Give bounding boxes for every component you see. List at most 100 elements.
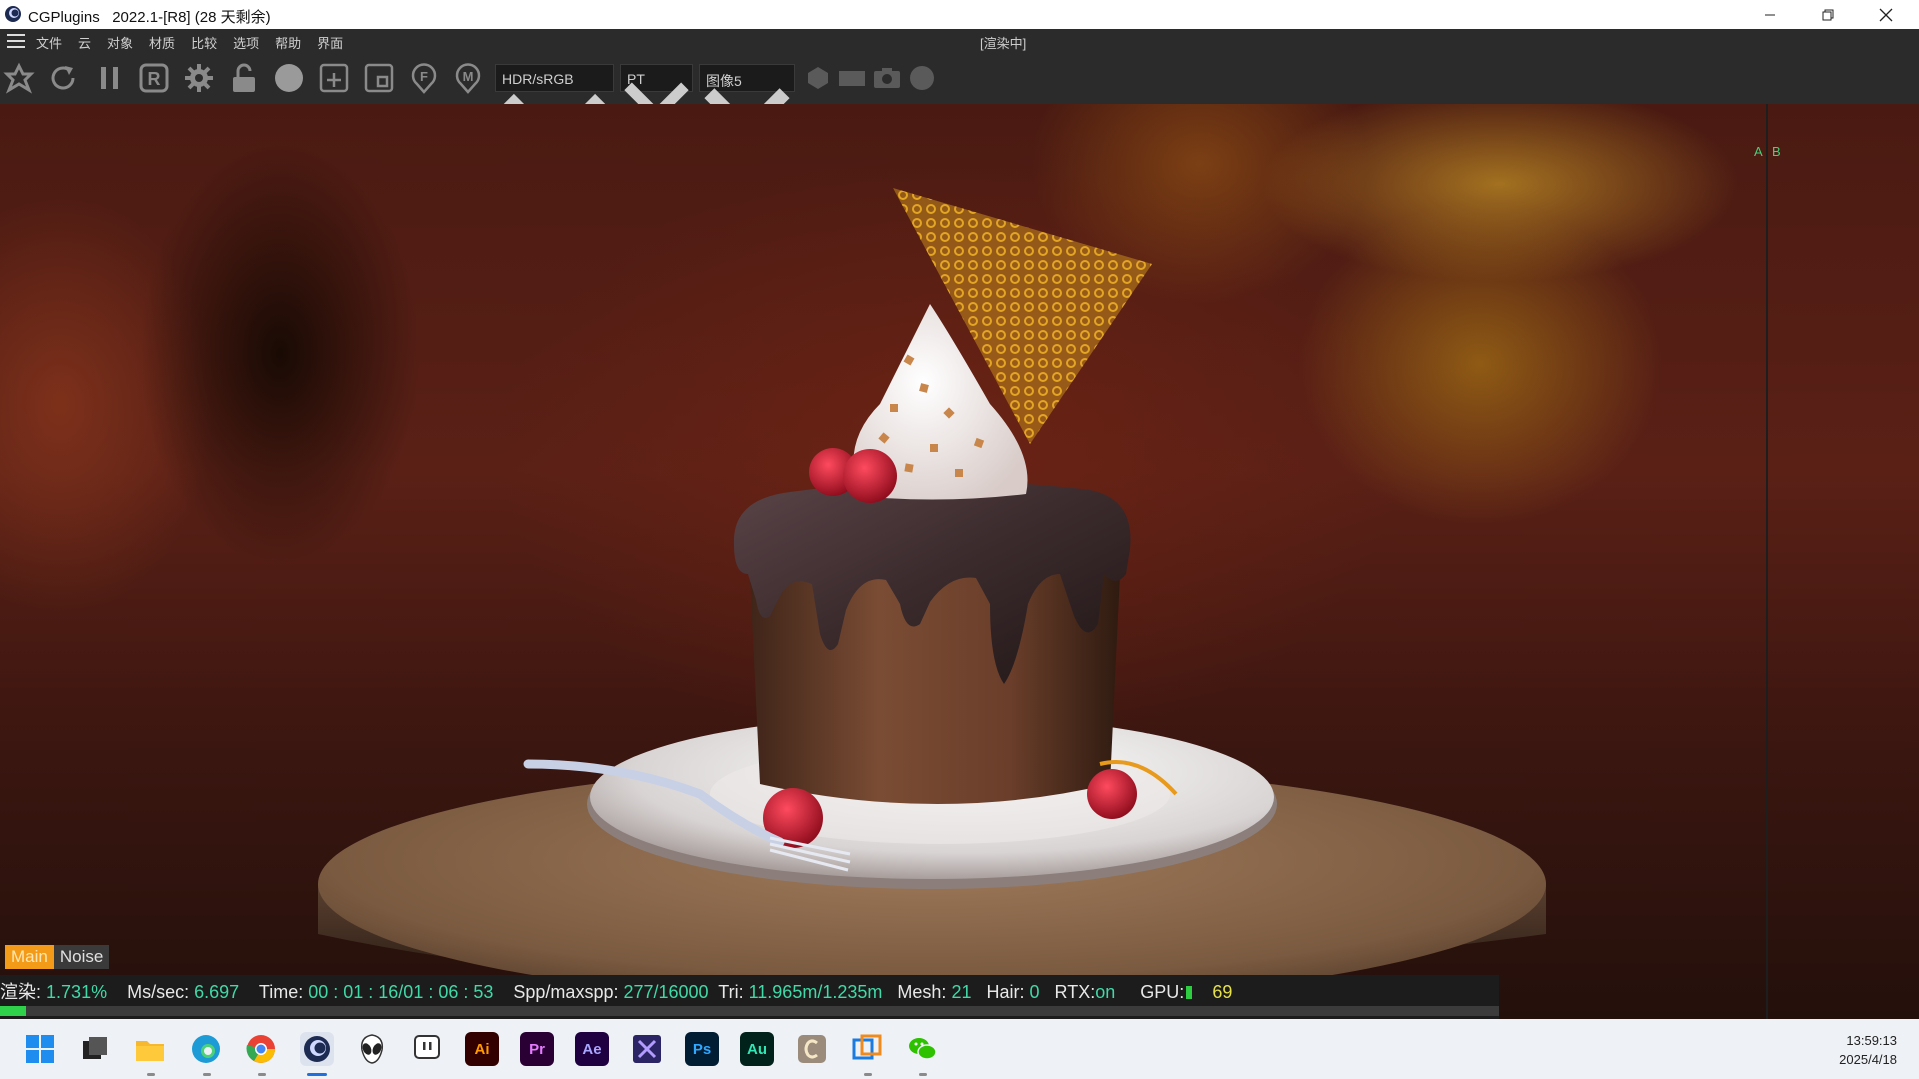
image-slot-value: 图像5: [706, 73, 742, 89]
region-r-icon[interactable]: R: [138, 62, 170, 94]
camera-icon[interactable]: [871, 62, 903, 94]
gpu-value: 69: [1212, 982, 1233, 1002]
twitch-app-icon[interactable]: [410, 1032, 444, 1066]
render-stats: 渲染: 1.731% Ms/sec: 6.697 Time: 00 : 01 :…: [0, 978, 1232, 1004]
cinema4d-taskbar-icon[interactable]: [300, 1032, 334, 1066]
svg-text:M: M: [463, 69, 474, 84]
task-view-icon[interactable]: [78, 1032, 112, 1066]
ms-value: 6.697: [194, 982, 240, 1002]
close-button[interactable]: [1857, 0, 1915, 29]
render-status-label: [渲染中]: [980, 36, 1027, 51]
window-title: CGPlugins 2022.1-[R8] (28 天剩余): [28, 9, 271, 26]
tab-main[interactable]: Main: [5, 945, 54, 969]
render-pass-tabs: Main Noise: [5, 945, 110, 969]
menu-interface[interactable]: 界面: [317, 33, 343, 52]
render-progress-fill: [0, 1006, 26, 1016]
pause-icon[interactable]: [94, 62, 126, 94]
running-indicator: [919, 1073, 927, 1076]
c-app-icon[interactable]: [795, 1032, 829, 1066]
render-progress-bar: [0, 1006, 1499, 1016]
restore-button[interactable]: [1799, 0, 1857, 29]
display-mode-select[interactable]: HDR/sRGB: [495, 64, 614, 160]
menu-material[interactable]: 材质: [149, 33, 175, 52]
running-indicator: [147, 1073, 155, 1076]
kernel-select[interactable]: PT: [620, 64, 693, 123]
focus-f-icon[interactable]: F: [408, 62, 440, 94]
mesh-label: Mesh:: [897, 982, 947, 1002]
chrome-browser-icon[interactable]: [244, 1032, 278, 1066]
menu-object[interactable]: 对象: [107, 33, 133, 52]
running-indicator: [203, 1073, 211, 1076]
after-effects-app-icon[interactable]: Ae: [575, 1032, 609, 1066]
gpu-usage-bar: [1186, 986, 1193, 999]
menu-file[interactable]: 文件: [36, 33, 62, 52]
refresh-icon[interactable]: [47, 62, 79, 94]
alien-app-icon[interactable]: [355, 1032, 389, 1066]
active-indicator: [307, 1073, 327, 1076]
kernel-value: PT: [627, 71, 645, 87]
hair-value: 0: [1029, 982, 1040, 1002]
running-indicator: [258, 1073, 266, 1076]
main-menu: 文件 云 对象 材质 比较 选项 帮助 界面: [36, 33, 343, 52]
ab-label-a: A: [1754, 144, 1763, 159]
hexagon-icon[interactable]: [802, 62, 834, 94]
spp-label: Spp/maxspp:: [513, 982, 619, 1002]
visual-studio-icon[interactable]: [630, 1032, 664, 1066]
wechat-app-icon[interactable]: [905, 1032, 939, 1066]
edge-browser-icon[interactable]: [189, 1032, 223, 1066]
windows-start-icon[interactable]: [23, 1032, 57, 1066]
gpu-label: GPU:: [1140, 982, 1185, 1002]
file-explorer-icon[interactable]: [133, 1032, 167, 1066]
close-icon: [1879, 8, 1893, 21]
settings-gear-icon[interactable]: [183, 62, 215, 94]
premiere-app-icon[interactable]: Pr: [520, 1032, 554, 1066]
menu-bar: 文件 云 对象 材质 比较 选项 帮助 界面 [渲染中]: [0, 29, 1919, 53]
tri-value: 11.965m/1.235m: [748, 982, 883, 1002]
illustrator-app-icon[interactable]: Ai: [465, 1032, 499, 1066]
add-frame-icon[interactable]: [318, 62, 350, 94]
tab-noise[interactable]: Noise: [53, 945, 110, 969]
sphere-icon[interactable]: [273, 62, 305, 94]
lock-open-icon[interactable]: [228, 62, 260, 94]
display-mode-value: HDR/sRGB: [502, 71, 574, 87]
menu-cloud[interactable]: 云: [78, 33, 91, 52]
material-m-icon[interactable]: M: [452, 62, 484, 94]
menu-options[interactable]: 选项: [233, 33, 259, 52]
time-label: Time:: [258, 982, 304, 1002]
taskbar: Ai Pr Ae Ps Au 13:59:13 2025/4/18: [0, 1019, 1919, 1079]
render-info-bar: 渲染: 1.731% Ms/sec: 6.697 Time: 00 : 01 :…: [0, 975, 1499, 1019]
svg-text:F: F: [420, 69, 428, 84]
menu-compare[interactable]: 比较: [191, 33, 217, 52]
ab-compare-divider[interactable]: [1766, 104, 1768, 1019]
render-percent: 1.731%: [46, 982, 108, 1002]
rectangle-icon[interactable]: [836, 62, 868, 94]
system-clock[interactable]: 13:59:13 2025/4/18: [1839, 1031, 1897, 1069]
restore-icon: [1822, 9, 1834, 20]
svg-text:R: R: [148, 69, 161, 89]
running-indicator: [864, 1073, 872, 1076]
render-label: 渲染:: [0, 982, 42, 1002]
image-slot-select[interactable]: 图像5: [699, 64, 795, 141]
tools-icon[interactable]: [3, 62, 35, 94]
cinema4d-app-icon: [5, 6, 21, 22]
tri-label: Tri:: [718, 982, 744, 1002]
menu-help[interactable]: 帮助: [275, 33, 301, 52]
spp-value: 277/16000: [623, 982, 709, 1002]
hamburger-menu-icon[interactable]: [7, 34, 25, 48]
toolbar: R F M HDR/sRGB PT 图像5: [0, 53, 1919, 160]
circle-icon[interactable]: [906, 62, 938, 94]
rtx-value: on: [1095, 982, 1116, 1002]
render-viewport[interactable]: A B: [0, 104, 1919, 1019]
remote-desktop-icon[interactable]: [850, 1032, 884, 1066]
photoshop-app-icon[interactable]: Ps: [685, 1032, 719, 1066]
clock-time: 13:59:13: [1846, 1033, 1897, 1048]
frame-icon[interactable]: [363, 62, 395, 94]
audition-app-icon[interactable]: Au: [740, 1032, 774, 1066]
title-bar: CGPlugins 2022.1-[R8] (28 天剩余): [0, 0, 1919, 29]
mesh-value: 21: [951, 982, 972, 1002]
ab-label-b: B: [1772, 144, 1781, 159]
rendered-cake-image: [318, 188, 1546, 1004]
ms-label: Ms/sec:: [127, 982, 190, 1002]
minimize-button[interactable]: [1741, 0, 1799, 29]
rtx-label: RTX:: [1054, 982, 1096, 1002]
